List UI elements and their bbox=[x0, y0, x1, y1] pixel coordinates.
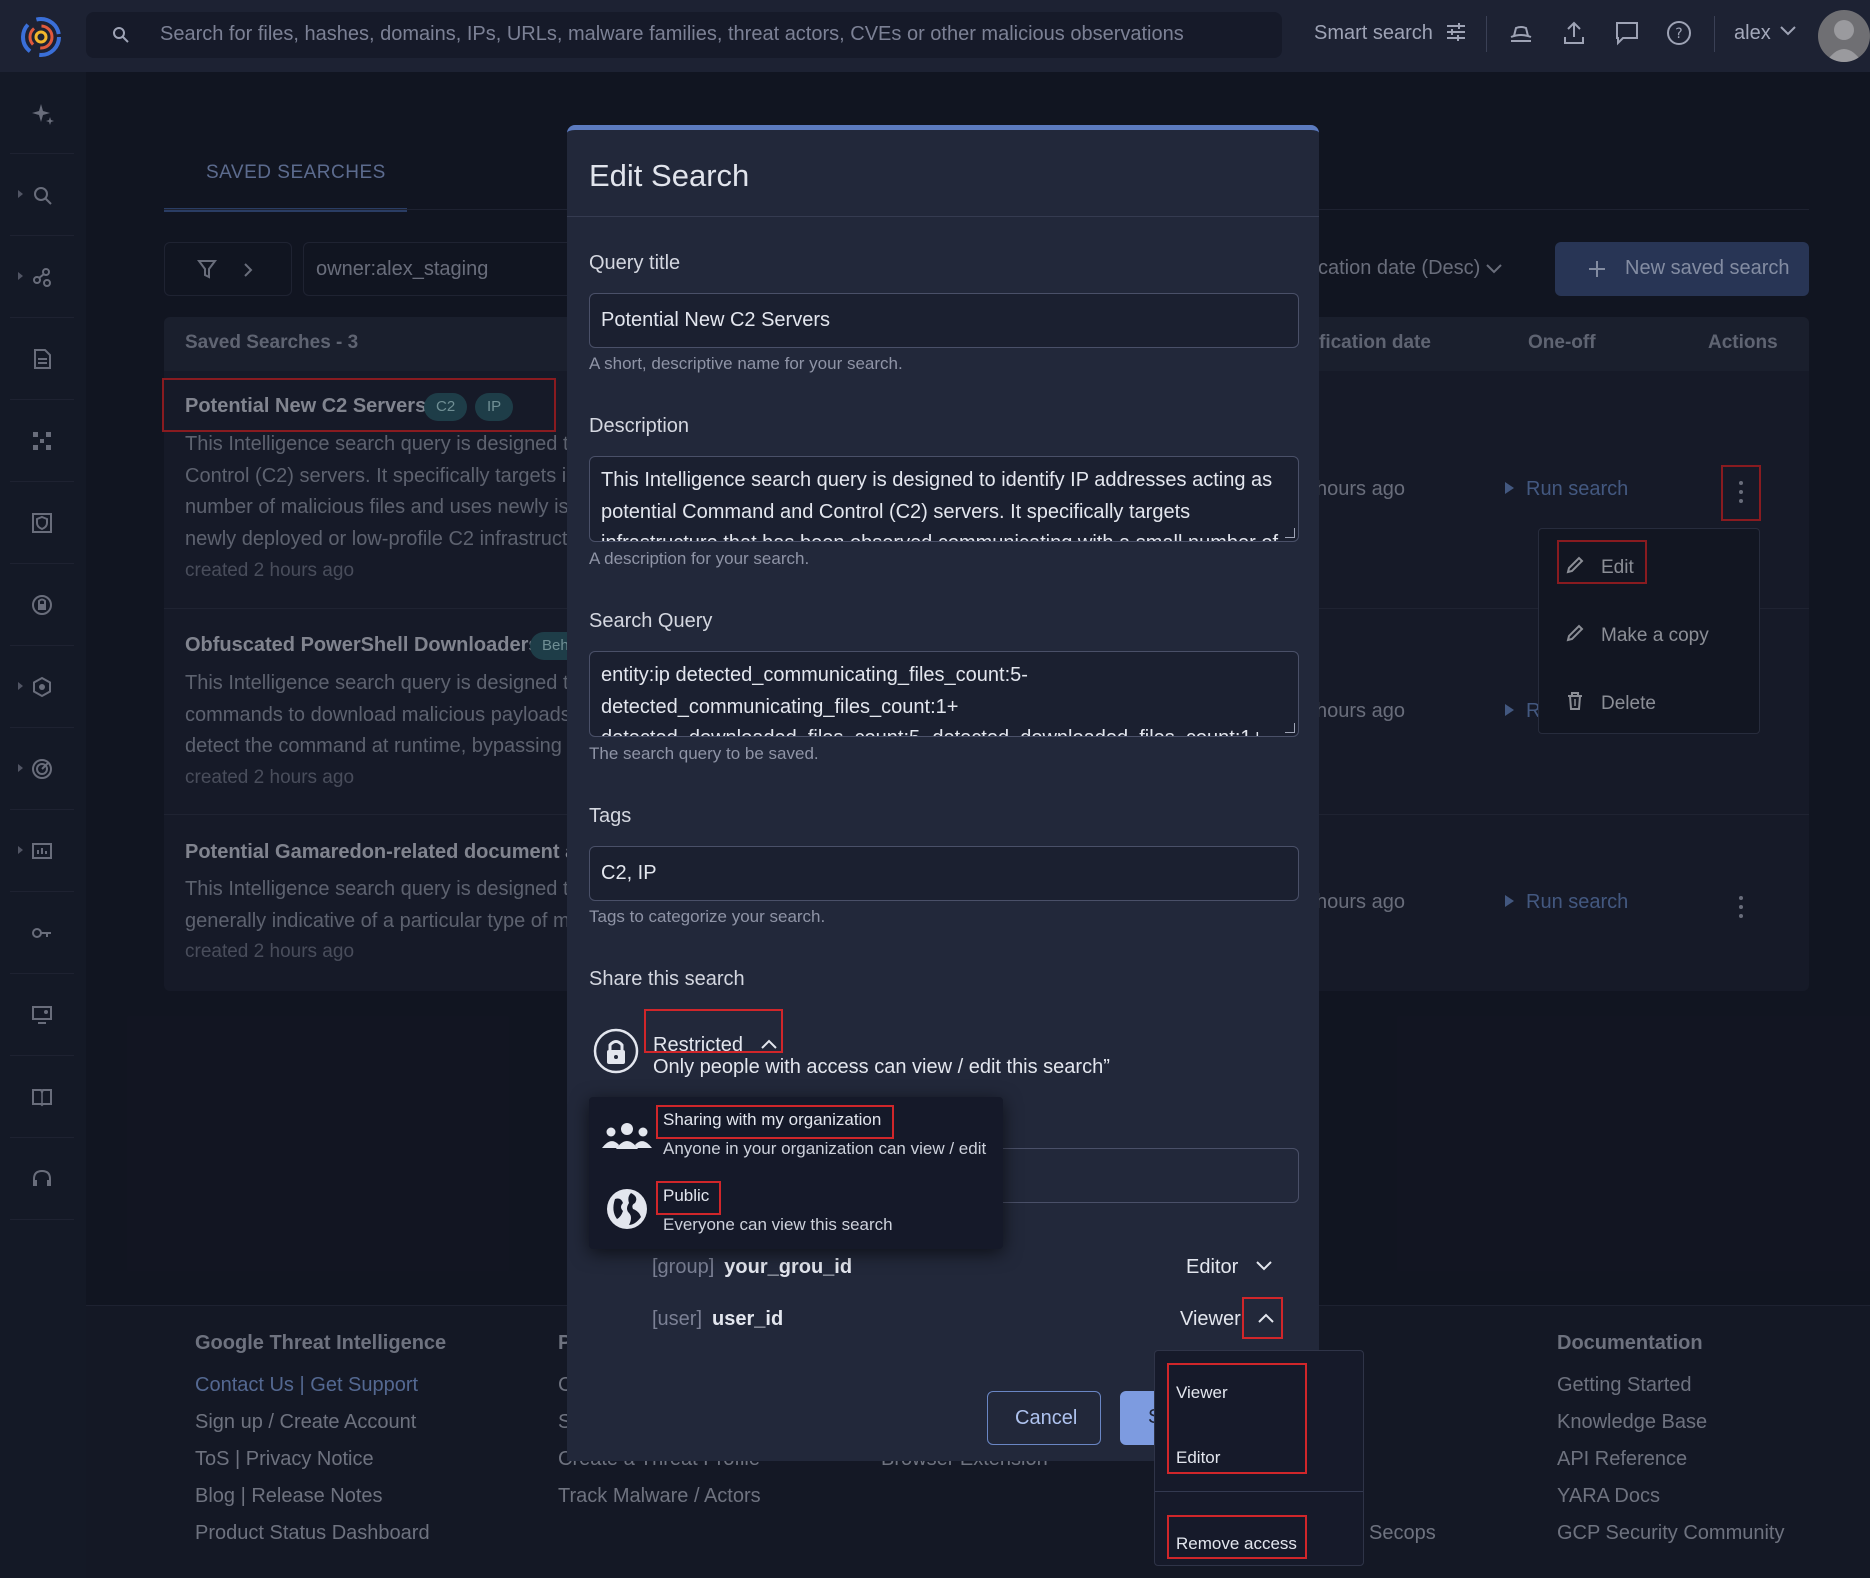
tags-value: C2, IP bbox=[601, 862, 657, 884]
globe-icon bbox=[607, 1189, 647, 1229]
cancel-button[interactable]: Cancel bbox=[987, 1391, 1101, 1445]
description-value: This Intelligence search query is design… bbox=[601, 469, 1278, 541]
help-icon[interactable]: ? bbox=[1666, 20, 1692, 46]
highlight-box bbox=[656, 1105, 894, 1139]
query-title-input[interactable]: Potential New C2 Servers bbox=[589, 293, 1299, 348]
highlight-box bbox=[1242, 1297, 1283, 1339]
search-query-textarea[interactable]: entity:ip detected_communicating_files_c… bbox=[589, 651, 1299, 737]
smart-search-label[interactable]: Smart search bbox=[1314, 22, 1433, 45]
share-option-public[interactable]: Public Everyone can view this search bbox=[589, 1173, 1003, 1249]
group-icon bbox=[602, 1123, 652, 1149]
share-option-description: Everyone can view this search bbox=[663, 1215, 893, 1234]
avatar[interactable] bbox=[1818, 10, 1870, 62]
permission-row-user: [user] user_id bbox=[652, 1308, 784, 1330]
search-query-value: entity:ip detected_communicating_files_c… bbox=[601, 664, 1263, 736]
share-option-description: Anyone in your organization can view / e… bbox=[663, 1139, 987, 1158]
role-select-group[interactable]: Editor bbox=[1186, 1256, 1272, 1279]
permission-row-group: [group] your_grou_id bbox=[652, 1256, 853, 1278]
chevron-down-icon[interactable] bbox=[1780, 26, 1796, 36]
description-label: Description bbox=[589, 415, 690, 437]
edit-search-modal: Edit Search Query title Potential New C2… bbox=[567, 125, 1319, 1461]
svg-text:?: ? bbox=[1675, 26, 1682, 42]
gti-logo-icon[interactable] bbox=[18, 14, 64, 60]
highlight-box bbox=[656, 1181, 721, 1215]
visibility-description: Only people with access can view / edit … bbox=[653, 1056, 1110, 1078]
search-icon bbox=[112, 26, 130, 44]
description-hint: A description for your search. bbox=[589, 549, 810, 568]
lock-icon bbox=[593, 1028, 639, 1074]
query-title-label: Query title bbox=[589, 252, 681, 274]
search-query-label: Search Query bbox=[589, 610, 713, 632]
sliders-icon[interactable] bbox=[1444, 20, 1468, 44]
description-textarea[interactable]: This Intelligence search query is design… bbox=[589, 456, 1299, 542]
tags-input[interactable]: C2, IP bbox=[589, 846, 1299, 901]
upload-icon[interactable] bbox=[1562, 20, 1586, 46]
search-query-hint: The search query to be saved. bbox=[589, 744, 819, 763]
modal-divider bbox=[567, 216, 1319, 217]
query-title-hint: A short, descriptive name for your searc… bbox=[589, 354, 903, 373]
highlight-box bbox=[644, 1009, 783, 1053]
tags-hint: Tags to categorize your search. bbox=[589, 907, 826, 926]
spy-hat-icon[interactable] bbox=[1508, 20, 1534, 46]
share-label: Share this search bbox=[589, 968, 745, 990]
resize-handle[interactable] bbox=[1285, 528, 1295, 538]
highlight-box bbox=[1167, 1515, 1307, 1559]
top-bar: Search for files, hashes, domains, IPs, … bbox=[0, 0, 1870, 72]
menu-divider bbox=[1155, 1491, 1363, 1492]
role-options-menu: Viewer Editor Remove access bbox=[1154, 1350, 1364, 1566]
divider bbox=[1714, 16, 1715, 52]
user-name[interactable]: alex bbox=[1734, 22, 1771, 45]
resize-handle[interactable] bbox=[1285, 723, 1295, 733]
share-options-menu: Sharing with my organization Anyone in y… bbox=[589, 1097, 1003, 1249]
query-title-value: Potential New C2 Servers bbox=[601, 309, 830, 331]
modal-title: Edit Search bbox=[589, 158, 750, 193]
chevron-down-icon bbox=[1256, 1261, 1272, 1271]
highlight-box bbox=[1167, 1363, 1307, 1474]
search-placeholder: Search for files, hashes, domains, IPs, … bbox=[160, 23, 1184, 45]
tags-label: Tags bbox=[589, 805, 632, 827]
chat-icon[interactable] bbox=[1614, 20, 1640, 46]
divider bbox=[1486, 16, 1487, 52]
global-search-input[interactable]: Search for files, hashes, domains, IPs, … bbox=[86, 12, 1282, 58]
